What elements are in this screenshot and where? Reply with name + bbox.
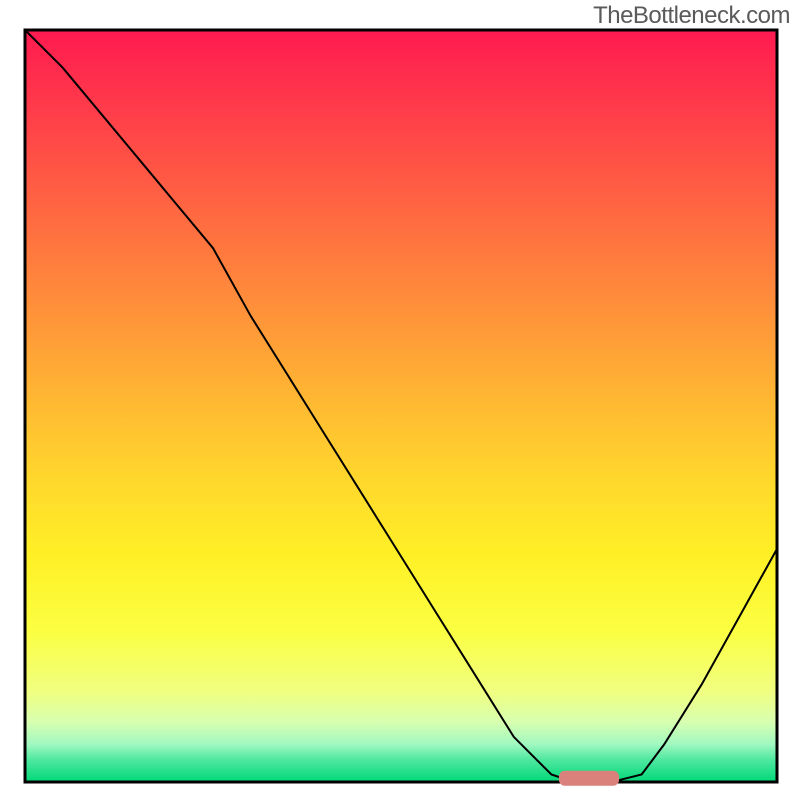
optimal-marker	[559, 771, 619, 786]
watermark-text: TheBottleneck.com	[593, 2, 790, 30]
chart-svg	[0, 0, 800, 800]
chart-container: TheBottleneck.com	[0, 0, 800, 800]
plot-background	[25, 30, 777, 782]
